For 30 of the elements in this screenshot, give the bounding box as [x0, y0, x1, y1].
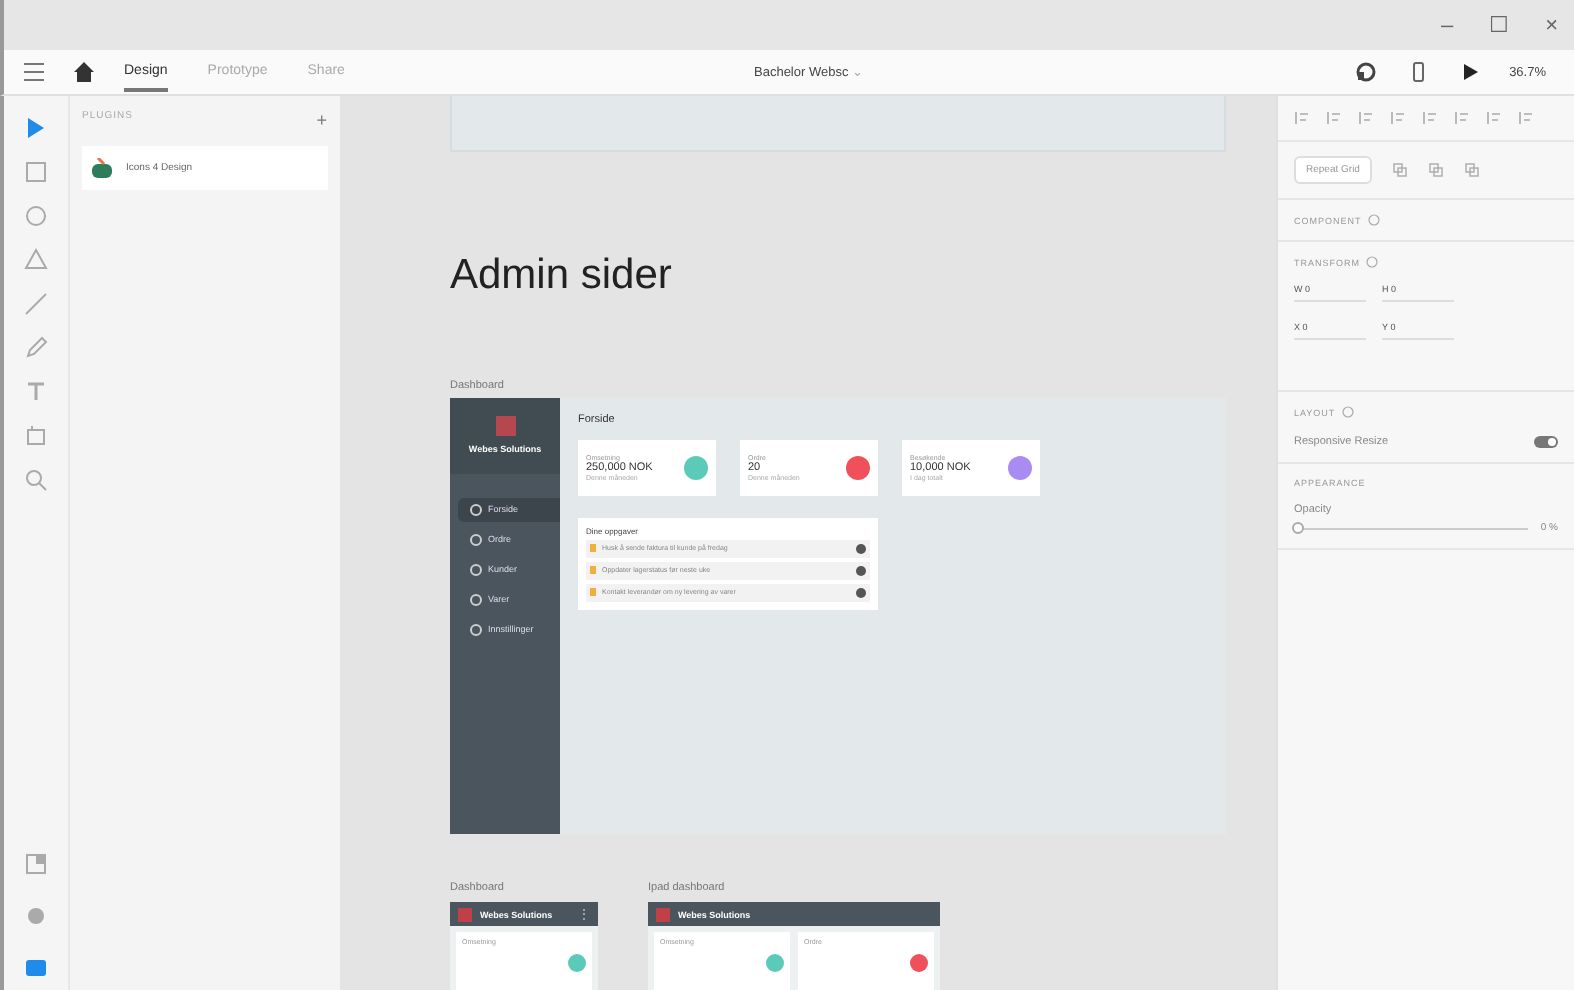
window-control[interactable]: × — [1545, 13, 1558, 37]
rectangle-tool-icon[interactable] — [20, 156, 52, 188]
toggle-switch[interactable] — [1534, 436, 1558, 448]
info-icon — [1341, 406, 1354, 418]
info-icon — [1367, 214, 1380, 226]
align-icon[interactable] — [1454, 110, 1470, 126]
info-icon — [1366, 256, 1378, 268]
add-button[interactable]: + — [316, 110, 328, 130]
align-icon[interactable] — [1486, 110, 1502, 126]
window-control[interactable]: ☐ — [1489, 12, 1510, 38]
align-icon[interactable] — [1294, 110, 1310, 126]
window-control[interactable]: – — [1440, 13, 1454, 37]
slider-thumb[interactable] — [1292, 522, 1304, 534]
line-tool-icon[interactable] — [20, 288, 52, 320]
layers-icon[interactable] — [20, 848, 52, 880]
page-title: Admin sider — [450, 251, 674, 300]
align-icon[interactable] — [1422, 110, 1438, 126]
align-icon[interactable] — [1326, 110, 1342, 126]
pen-tool-icon[interactable] — [20, 332, 52, 364]
ellipse-tool-icon[interactable] — [20, 200, 52, 232]
align-icon[interactable] — [1358, 110, 1374, 126]
boolean-icon[interactable] — [1391, 162, 1408, 178]
zoom-tool-icon[interactable] — [20, 464, 52, 496]
menu-icon[interactable] — [20, 62, 48, 82]
boolean-icon[interactable] — [1463, 162, 1480, 178]
align-icon[interactable] — [1518, 110, 1534, 126]
logo-icon — [495, 416, 515, 437]
home-icon[interactable] — [72, 60, 96, 84]
align-icon[interactable] — [1390, 110, 1406, 126]
boolean-icon[interactable] — [1427, 162, 1444, 178]
